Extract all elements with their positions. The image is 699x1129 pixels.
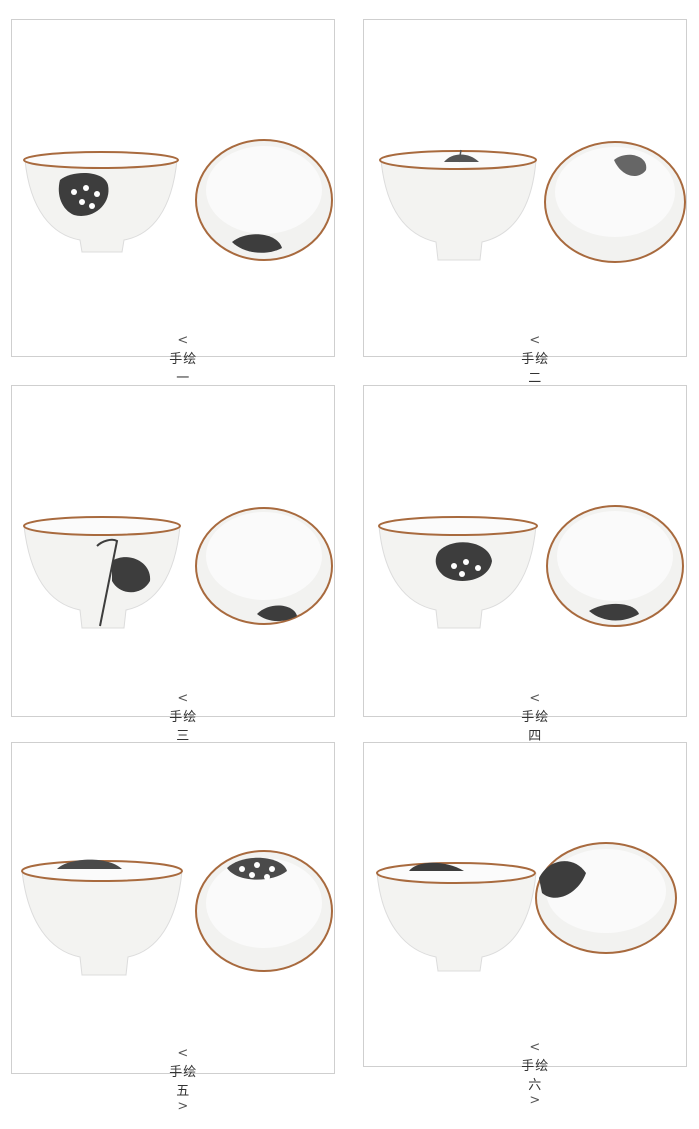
prev-arrow[interactable]: < — [523, 333, 547, 348]
prev-arrow[interactable]: < — [171, 1046, 195, 1061]
caption-label: 手绘 — [521, 710, 550, 725]
prev-arrow[interactable]: < — [523, 1040, 547, 1055]
cup-pair-image — [376, 842, 677, 972]
next-arrow[interactable]: > — [171, 1099, 195, 1114]
prev-arrow[interactable]: < — [523, 691, 547, 706]
product-card-1[interactable]: < 手绘 一 > — [11, 19, 335, 401]
caption-label: 手绘 — [169, 352, 198, 367]
next-arrow[interactable]: > — [523, 1093, 547, 1108]
caption-number: 六 — [528, 1078, 543, 1093]
caption-number: 一 — [176, 371, 191, 386]
cup-pair-image — [23, 507, 333, 629]
product-card-2[interactable]: < 手绘 二 > — [363, 19, 687, 401]
caption-label: 手绘 — [521, 1059, 550, 1074]
product-card-3[interactable]: < 手绘 三 > — [11, 385, 335, 759]
cup-pair-image — [21, 850, 333, 976]
cup-pair-image — [23, 139, 333, 261]
caption-number: 二 — [528, 371, 543, 386]
caption-label: 手绘 — [169, 710, 198, 725]
product-card-5[interactable]: < 手绘 五 > — [11, 742, 335, 1114]
product-card-6[interactable]: < 手绘 六 > — [363, 742, 687, 1108]
caption-label: 手绘 — [521, 352, 550, 367]
cup-pair-image — [379, 141, 686, 263]
prev-arrow[interactable]: < — [171, 691, 195, 706]
caption-label: 手绘 — [169, 1065, 198, 1080]
caption-6: < 手绘 六 > — [364, 1025, 686, 1123]
product-card-4[interactable]: < 手绘 四 > — [363, 385, 687, 759]
prev-arrow[interactable]: < — [171, 333, 195, 348]
caption-number: 五 — [176, 1084, 191, 1099]
caption-5: < 手绘 五 > — [12, 1031, 334, 1129]
cup-pair-image — [378, 505, 684, 629]
